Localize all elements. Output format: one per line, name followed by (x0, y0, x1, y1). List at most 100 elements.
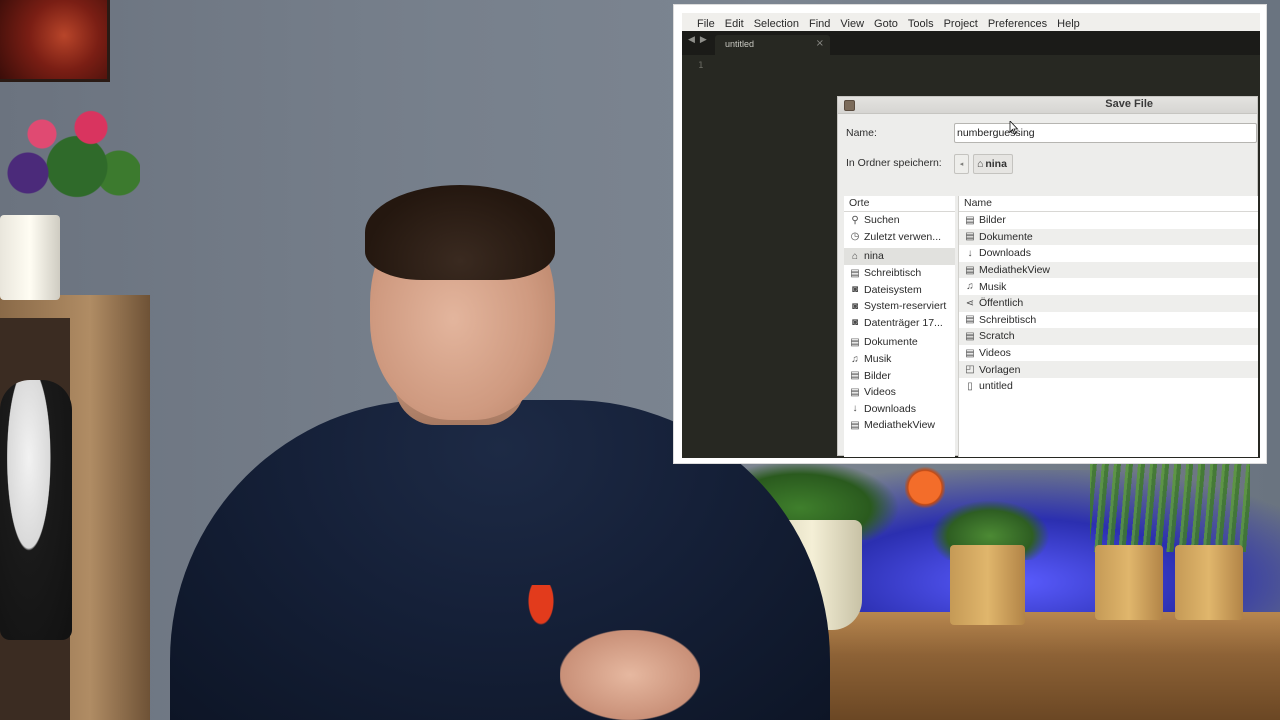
menu-project[interactable]: Project (939, 16, 983, 32)
download-icon: ↓ (967, 247, 973, 259)
menu-tools[interactable]: Tools (903, 16, 939, 32)
file-item-mediathekview[interactable]: ▤ MediathekView (959, 261, 1258, 279)
place-item-zuletzt-verwen[interactable]: ◷ Zuletzt verwen... (844, 229, 955, 246)
file-item-label: Videos (979, 347, 1011, 360)
flower-bouquet (0, 95, 140, 225)
file-item-label: untitled (979, 380, 1013, 393)
place-item-label: Videos (864, 386, 896, 399)
place-item-bilder[interactable]: ▤ Bilder (844, 367, 955, 384)
place-item-musik[interactable]: ♫ Musik (844, 351, 955, 368)
menu-file[interactable]: File (692, 16, 720, 32)
file-item-label: Vorlagen (979, 363, 1021, 376)
tab-untitled[interactable]: untitled × (715, 35, 830, 55)
place-item-dokumente[interactable]: ▤ Dokumente (844, 334, 955, 351)
file-item-musik[interactable]: ♫ Musik (959, 278, 1258, 295)
path-button-nina[interactable]: ⌂ nina (973, 154, 1013, 174)
places-header[interactable]: Orte (844, 196, 955, 212)
place-item-schreibtisch[interactable]: ▤ Schreibtisch (844, 265, 955, 282)
file-list-pane: Name ▤ Bilder ▤ Dokumente ↓ Downloads ▤ Mediath… (958, 196, 1258, 457)
place-item-label: Schreibtisch (864, 267, 922, 280)
dialog-titlebar[interactable]: Save File (838, 97, 1257, 114)
file-item-downloads[interactable]: ↓ Downloads (959, 245, 1258, 262)
tab-bar: ◀▶ untitled × (682, 31, 1260, 55)
file-item-vorlagen[interactable]: ◰ Vorlagen (959, 361, 1258, 378)
drive-icon: ◙ (851, 317, 859, 329)
folder-icon: ▤ (965, 314, 975, 326)
template-icon: ◰ (965, 364, 975, 376)
save-file-dialog: Save File Name: In Ordner speichern: ◂ ⌂… (837, 96, 1258, 457)
folder-icon: ▤ (850, 370, 860, 382)
music-icon: ♫ (966, 281, 974, 293)
place-item-mediathekview[interactable]: ▤ MediathekView (844, 417, 955, 434)
folder-icon: ▤ (965, 330, 975, 342)
file-item-label: Musik (979, 280, 1007, 293)
file-item-label: MediathekView (979, 264, 1051, 277)
place-item-label: Zuletzt verwen... (864, 230, 942, 243)
document-icon: ▯ (967, 380, 973, 392)
planter (1175, 545, 1243, 620)
line-number: 1 (698, 61, 704, 71)
menu-edit[interactable]: Edit (720, 16, 749, 32)
menu-selection[interactable]: Selection (749, 16, 804, 32)
close-icon[interactable]: × (816, 38, 824, 49)
place-item-label: Suchen (864, 214, 900, 227)
share-icon: ⋖ (965, 297, 975, 309)
places-list: ⚲ Suchen ◷ Zuletzt verwen... ⌂ nina ▤ Schreibti… (844, 212, 955, 434)
drive-icon: ◙ (851, 300, 859, 312)
folder-icon: ▤ (965, 264, 975, 276)
vase (0, 215, 60, 300)
file-item-videos[interactable]: ▤ Videos (959, 345, 1258, 362)
menu-find[interactable]: Find (804, 16, 835, 32)
tab-label: untitled (725, 39, 755, 49)
file-item-bilder[interactable]: ▤ Bilder (959, 212, 1258, 229)
file-item-scratch[interactable]: ▤ Scratch (959, 328, 1258, 345)
mouse-cursor-icon (1009, 121, 1019, 135)
path-back-button[interactable]: ◂ (954, 154, 969, 174)
file-item-öffentlich[interactable]: ⋖ Öffentlich (959, 294, 1258, 312)
folder-icon: ▤ (965, 347, 975, 359)
file-item-label: Downloads (979, 247, 1031, 260)
music-icon: ♫ (851, 353, 859, 365)
place-item-system-reserviert[interactable]: ◙ System-reserviert (844, 298, 955, 315)
folder-label: In Ordner speichern: (846, 157, 942, 169)
name-label: Name: (846, 127, 877, 139)
drive-icon: ◙ (851, 284, 859, 296)
folder-icon: ▤ (850, 267, 860, 279)
folder-icon: ▤ (850, 419, 860, 431)
place-item-label: Datenträger 17... (864, 316, 943, 329)
file-item-label: Scratch (979, 330, 1015, 343)
dialog-title: Save File (1105, 98, 1153, 110)
file-list: ▤ Bilder ▤ Dokumente ↓ Downloads ▤ MediathekVie… (959, 212, 1258, 395)
menu-goto[interactable]: Goto (869, 16, 903, 32)
file-item-label: Schreibtisch (979, 313, 1037, 326)
file-item-untitled[interactable]: ▯ untitled (959, 378, 1258, 395)
presenter-hand (560, 630, 700, 720)
places-sidebar: Orte ⚲ Suchen ◷ Zuletzt verwen... ⌂ nina ▤ Schr… (844, 196, 955, 457)
menu-view[interactable]: View (835, 16, 869, 32)
tab-nav-arrows-icon[interactable]: ◀▶ (688, 35, 712, 45)
place-item-nina[interactable]: ⌂ nina (844, 248, 955, 265)
line-gutter: 1 (682, 55, 717, 458)
plant (1090, 462, 1250, 552)
clock-icon: ◷ (850, 231, 860, 243)
menu-preferences[interactable]: Preferences (983, 16, 1052, 32)
filename-input[interactable] (954, 123, 1257, 143)
file-item-dokumente[interactable]: ▤ Dokumente (959, 228, 1258, 246)
place-item-dateisystem[interactable]: ◙ Dateisystem (844, 281, 955, 298)
folder-icon: ▤ (850, 336, 860, 348)
sideboard (790, 612, 1280, 720)
place-item-suchen[interactable]: ⚲ Suchen (844, 212, 955, 229)
place-item-label: Dateisystem (864, 283, 922, 296)
file-item-schreibtisch[interactable]: ▤ Schreibtisch (959, 312, 1258, 329)
place-item-datenträger-17[interactable]: ◙ Datenträger 17... (844, 315, 955, 332)
place-item-downloads[interactable]: ↓ Downloads (844, 401, 955, 418)
search-icon: ⚲ (851, 214, 859, 226)
place-item-label: System-reserviert (864, 300, 947, 313)
name-column-header[interactable]: Name (959, 196, 1258, 212)
file-item-label: Öffentlich (979, 297, 1024, 310)
home-icon: ⌂ (851, 250, 859, 262)
home-icon: ⌂ (977, 158, 984, 170)
wall-painting (0, 0, 110, 82)
place-item-videos[interactable]: ▤ Videos (844, 384, 955, 401)
menu-help[interactable]: Help (1052, 16, 1085, 32)
